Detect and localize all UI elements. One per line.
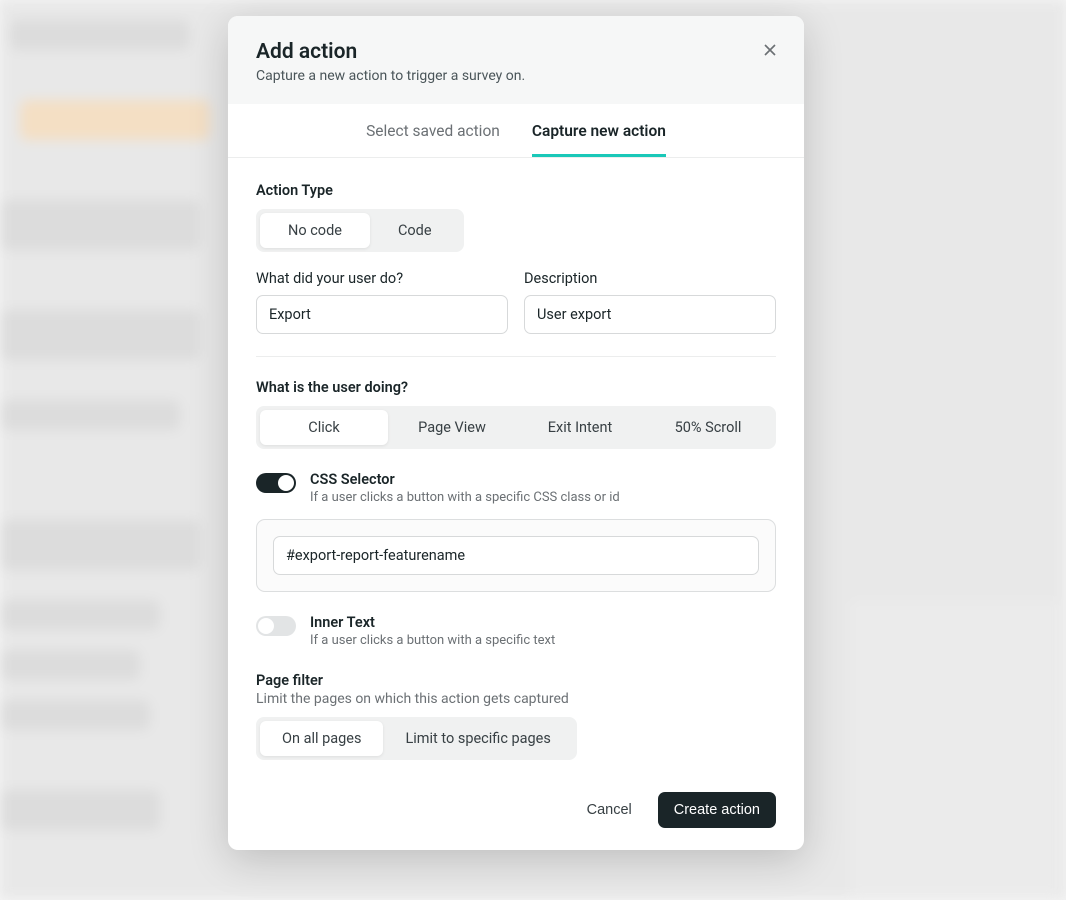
activity-segment: Click Page View Exit Intent 50% Scroll <box>256 406 776 449</box>
action-name-input[interactable] <box>256 295 508 334</box>
css-selector-title: CSS Selector <box>310 471 620 488</box>
activity-label: What is the user doing? <box>256 379 776 396</box>
divider <box>256 356 776 357</box>
page-filter-segment: On all pages Limit to specific pages <box>256 717 577 760</box>
modal-title: Add action <box>256 40 776 64</box>
action-type-segment: No code Code <box>256 209 464 252</box>
inner-text-row: Inner Text If a user clicks a button wit… <box>256 614 776 648</box>
css-selector-input[interactable] <box>273 536 759 575</box>
add-action-modal: Add action Capture a new action to trigg… <box>228 16 804 850</box>
modal-header: Add action Capture a new action to trigg… <box>228 16 804 104</box>
inner-text-sub: If a user clicks a button with a specifi… <box>310 633 555 648</box>
description-input[interactable] <box>524 295 776 334</box>
action-name-label: What did your user do? <box>256 270 508 287</box>
create-action-button[interactable]: Create action <box>658 792 776 828</box>
inner-text-title: Inner Text <box>310 614 555 631</box>
description-label: Description <box>524 270 776 287</box>
page-filter-all[interactable]: On all pages <box>260 721 383 756</box>
activity-pageview[interactable]: Page View <box>388 410 516 445</box>
cancel-button[interactable]: Cancel <box>573 792 646 828</box>
page-filter-sub: Limit the pages on which this action get… <box>256 691 776 707</box>
activity-scroll[interactable]: 50% Scroll <box>644 410 772 445</box>
css-selector-box <box>256 519 776 592</box>
page-filter-label: Page filter <box>256 672 776 689</box>
action-type-nocode[interactable]: No code <box>260 213 370 248</box>
action-type-label: Action Type <box>256 182 776 199</box>
close-button[interactable] <box>752 32 788 68</box>
inner-text-toggle[interactable] <box>256 616 296 636</box>
css-selector-toggle[interactable] <box>256 473 296 493</box>
activity-click[interactable]: Click <box>260 410 388 445</box>
close-icon <box>760 40 780 60</box>
page-filter-limit[interactable]: Limit to specific pages <box>383 721 572 756</box>
modal-tabs: Select saved action Capture new action <box>228 104 804 158</box>
css-selector-sub: If a user clicks a button with a specifi… <box>310 490 620 505</box>
modal-body: Action Type No code Code What did your u… <box>228 158 804 780</box>
tab-capture-new[interactable]: Capture new action <box>532 104 666 157</box>
tab-select-saved[interactable]: Select saved action <box>366 104 500 157</box>
action-type-code[interactable]: Code <box>370 213 460 248</box>
css-selector-row: CSS Selector If a user clicks a button w… <box>256 471 776 505</box>
modal-subtitle: Capture a new action to trigger a survey… <box>256 68 776 84</box>
modal-footer: Cancel Create action <box>228 780 804 850</box>
activity-exitintent[interactable]: Exit Intent <box>516 410 644 445</box>
